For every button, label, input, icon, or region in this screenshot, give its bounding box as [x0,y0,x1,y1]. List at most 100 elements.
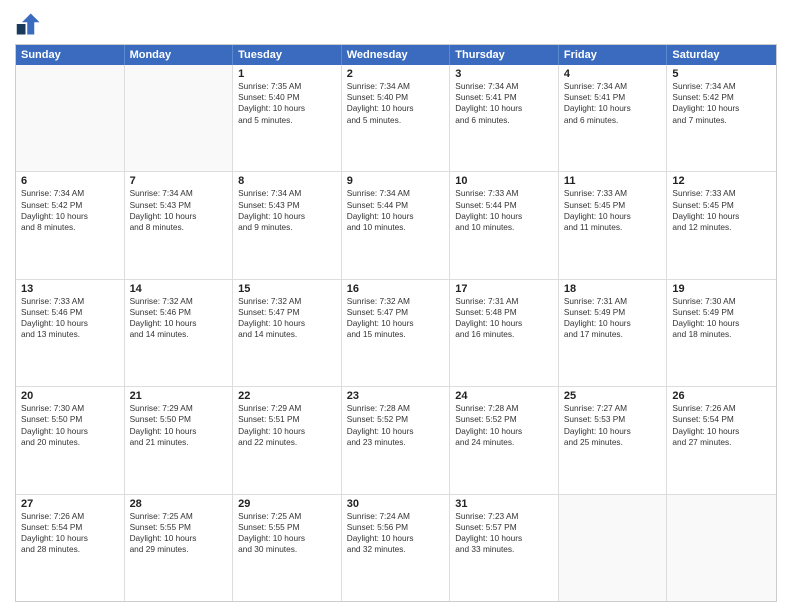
day-info-line: and 23 minutes. [347,437,445,448]
day-info-line: and 8 minutes. [130,222,228,233]
day-info-line: Sunrise: 7:34 AM [347,81,445,92]
day-info-line: Sunset: 5:57 PM [455,522,553,533]
day-info-line: Sunset: 5:50 PM [130,414,228,425]
day-info-line: and 32 minutes. [347,544,445,555]
day-cell-15: 15Sunrise: 7:32 AMSunset: 5:47 PMDayligh… [233,280,342,386]
day-info-line: Daylight: 10 hours [130,533,228,544]
day-info-line: and 33 minutes. [455,544,553,555]
day-cell-7: 7Sunrise: 7:34 AMSunset: 5:43 PMDaylight… [125,172,234,278]
day-cell-3: 3Sunrise: 7:34 AMSunset: 5:41 PMDaylight… [450,65,559,171]
day-cell-31: 31Sunrise: 7:23 AMSunset: 5:57 PMDayligh… [450,495,559,601]
day-info-line: Daylight: 10 hours [672,318,771,329]
empty-cell [559,495,668,601]
day-info-line: Sunrise: 7:34 AM [347,188,445,199]
day-info-line: Sunrise: 7:31 AM [564,296,662,307]
day-info-line: and 30 minutes. [238,544,336,555]
day-info-line: and 12 minutes. [672,222,771,233]
day-info-line: Sunrise: 7:30 AM [21,403,119,414]
day-cell-29: 29Sunrise: 7:25 AMSunset: 5:55 PMDayligh… [233,495,342,601]
day-number: 24 [455,390,553,402]
day-cell-25: 25Sunrise: 7:27 AMSunset: 5:53 PMDayligh… [559,387,668,493]
day-info-line: Daylight: 10 hours [347,533,445,544]
day-number: 1 [238,68,336,80]
day-info-line: Daylight: 10 hours [130,426,228,437]
day-info-line: Daylight: 10 hours [347,211,445,222]
day-info-line: and 11 minutes. [564,222,662,233]
calendar-row-5: 27Sunrise: 7:26 AMSunset: 5:54 PMDayligh… [16,494,776,601]
day-number: 9 [347,175,445,187]
day-info-line: and 29 minutes. [130,544,228,555]
day-cell-28: 28Sunrise: 7:25 AMSunset: 5:55 PMDayligh… [125,495,234,601]
day-cell-12: 12Sunrise: 7:33 AMSunset: 5:45 PMDayligh… [667,172,776,278]
day-cell-2: 2Sunrise: 7:34 AMSunset: 5:40 PMDaylight… [342,65,451,171]
day-number: 21 [130,390,228,402]
day-cell-21: 21Sunrise: 7:29 AMSunset: 5:50 PMDayligh… [125,387,234,493]
day-info-line: Sunrise: 7:23 AM [455,511,553,522]
day-number: 30 [347,498,445,510]
day-info-line: Sunset: 5:51 PM [238,414,336,425]
day-info-line: Sunrise: 7:32 AM [238,296,336,307]
calendar-row-2: 6Sunrise: 7:34 AMSunset: 5:42 PMDaylight… [16,171,776,278]
day-cell-19: 19Sunrise: 7:30 AMSunset: 5:49 PMDayligh… [667,280,776,386]
day-cell-23: 23Sunrise: 7:28 AMSunset: 5:52 PMDayligh… [342,387,451,493]
day-cell-27: 27Sunrise: 7:26 AMSunset: 5:54 PMDayligh… [16,495,125,601]
day-cell-11: 11Sunrise: 7:33 AMSunset: 5:45 PMDayligh… [559,172,668,278]
day-cell-22: 22Sunrise: 7:29 AMSunset: 5:51 PMDayligh… [233,387,342,493]
day-info-line: and 9 minutes. [238,222,336,233]
day-number: 5 [672,68,771,80]
day-info-line: Sunrise: 7:28 AM [347,403,445,414]
day-info-line: Daylight: 10 hours [238,318,336,329]
day-info-line: Sunset: 5:41 PM [455,92,553,103]
day-cell-16: 16Sunrise: 7:32 AMSunset: 5:47 PMDayligh… [342,280,451,386]
day-info-line: and 25 minutes. [564,437,662,448]
day-info-line: Sunrise: 7:34 AM [130,188,228,199]
day-number: 3 [455,68,553,80]
day-number: 7 [130,175,228,187]
day-cell-20: 20Sunrise: 7:30 AMSunset: 5:50 PMDayligh… [16,387,125,493]
day-cell-18: 18Sunrise: 7:31 AMSunset: 5:49 PMDayligh… [559,280,668,386]
day-info-line: Sunset: 5:46 PM [130,307,228,318]
day-info-line: Sunset: 5:56 PM [347,522,445,533]
day-info-line: and 13 minutes. [21,329,119,340]
day-info-line: Sunrise: 7:26 AM [672,403,771,414]
header-day-friday: Friday [559,45,668,65]
day-info-line: and 7 minutes. [672,115,771,126]
day-info-line: Sunrise: 7:25 AM [238,511,336,522]
day-cell-13: 13Sunrise: 7:33 AMSunset: 5:46 PMDayligh… [16,280,125,386]
calendar-row-3: 13Sunrise: 7:33 AMSunset: 5:46 PMDayligh… [16,279,776,386]
day-info-line: and 14 minutes. [130,329,228,340]
day-info-line: Sunrise: 7:29 AM [238,403,336,414]
day-info-line: Daylight: 10 hours [21,211,119,222]
header-day-saturday: Saturday [667,45,776,65]
day-info-line: and 21 minutes. [130,437,228,448]
day-number: 14 [130,283,228,295]
day-info-line: Sunset: 5:45 PM [564,200,662,211]
day-number: 2 [347,68,445,80]
day-cell-4: 4Sunrise: 7:34 AMSunset: 5:41 PMDaylight… [559,65,668,171]
day-number: 12 [672,175,771,187]
day-info-line: Daylight: 10 hours [347,103,445,114]
day-info-line: and 18 minutes. [672,329,771,340]
empty-cell [667,495,776,601]
day-number: 27 [21,498,119,510]
calendar-row-4: 20Sunrise: 7:30 AMSunset: 5:50 PMDayligh… [16,386,776,493]
logo [15,10,47,38]
day-info-line: Daylight: 10 hours [672,103,771,114]
day-cell-26: 26Sunrise: 7:26 AMSunset: 5:54 PMDayligh… [667,387,776,493]
day-info-line: Sunset: 5:54 PM [21,522,119,533]
day-number: 26 [672,390,771,402]
day-cell-14: 14Sunrise: 7:32 AMSunset: 5:46 PMDayligh… [125,280,234,386]
day-info-line: and 6 minutes. [455,115,553,126]
day-info-line: Daylight: 10 hours [130,211,228,222]
day-info-line: Sunset: 5:44 PM [347,200,445,211]
day-info-line: Sunset: 5:49 PM [564,307,662,318]
day-info-line: Daylight: 10 hours [455,426,553,437]
day-info-line: Daylight: 10 hours [564,426,662,437]
day-info-line: and 20 minutes. [21,437,119,448]
day-cell-1: 1Sunrise: 7:35 AMSunset: 5:40 PMDaylight… [233,65,342,171]
day-info-line: Sunset: 5:52 PM [455,414,553,425]
day-info-line: and 22 minutes. [238,437,336,448]
day-info-line: and 24 minutes. [455,437,553,448]
day-cell-30: 30Sunrise: 7:24 AMSunset: 5:56 PMDayligh… [342,495,451,601]
day-number: 11 [564,175,662,187]
